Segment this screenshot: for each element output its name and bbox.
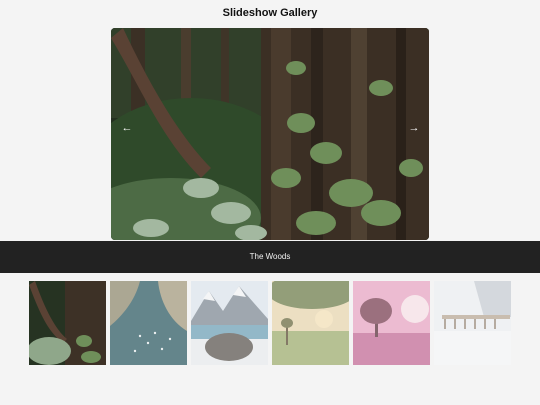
thumbnail-pink-field-tree[interactable] [353,281,430,365]
page-title: Slideshow Gallery [222,7,318,19]
slideshow-page: Slideshow Gallery ← → The Woods [0,0,540,405]
next-slide-button[interactable]: → [406,120,422,136]
slide-caption: The Woods [249,252,291,261]
thumbnail-snowy-village[interactable] [434,281,511,365]
chevron-right-icon: → [408,122,420,134]
thumbnail-mountain-lake-rock[interactable] [191,281,268,365]
thumbnail-coast-aerial[interactable] [110,281,187,365]
prev-slide-button[interactable]: ← [119,120,135,136]
thumbnail-woods[interactable] [29,281,106,365]
main-slide-image [111,28,429,240]
thumbnail-misty-meadow-sunrise[interactable] [272,281,349,365]
thumbnail-strip [29,281,513,365]
chevron-left-icon: ← [121,122,133,134]
caption-bar: The Woods [0,241,540,273]
